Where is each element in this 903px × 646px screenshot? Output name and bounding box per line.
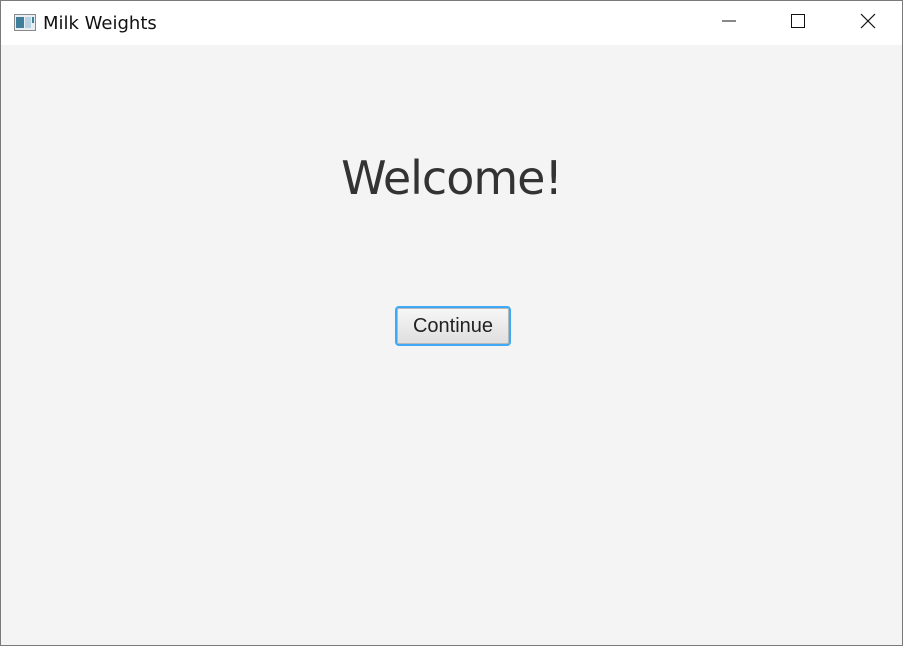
maximize-button[interactable]	[775, 1, 821, 45]
app-window: Milk Weights Welcome! Continue	[0, 0, 903, 646]
minimize-button[interactable]	[706, 1, 752, 45]
window-title: Milk Weights	[43, 13, 157, 34]
welcome-heading: Welcome!	[341, 151, 563, 205]
title-bar[interactable]: Milk Weights	[1, 1, 902, 45]
close-icon	[859, 12, 877, 34]
continue-button[interactable]: Continue	[395, 306, 511, 346]
minimize-icon	[720, 12, 738, 34]
main-content: Welcome! Continue	[1, 45, 902, 645]
maximize-icon	[789, 12, 807, 34]
close-button[interactable]	[845, 1, 891, 45]
app-window-icon	[14, 14, 36, 31]
